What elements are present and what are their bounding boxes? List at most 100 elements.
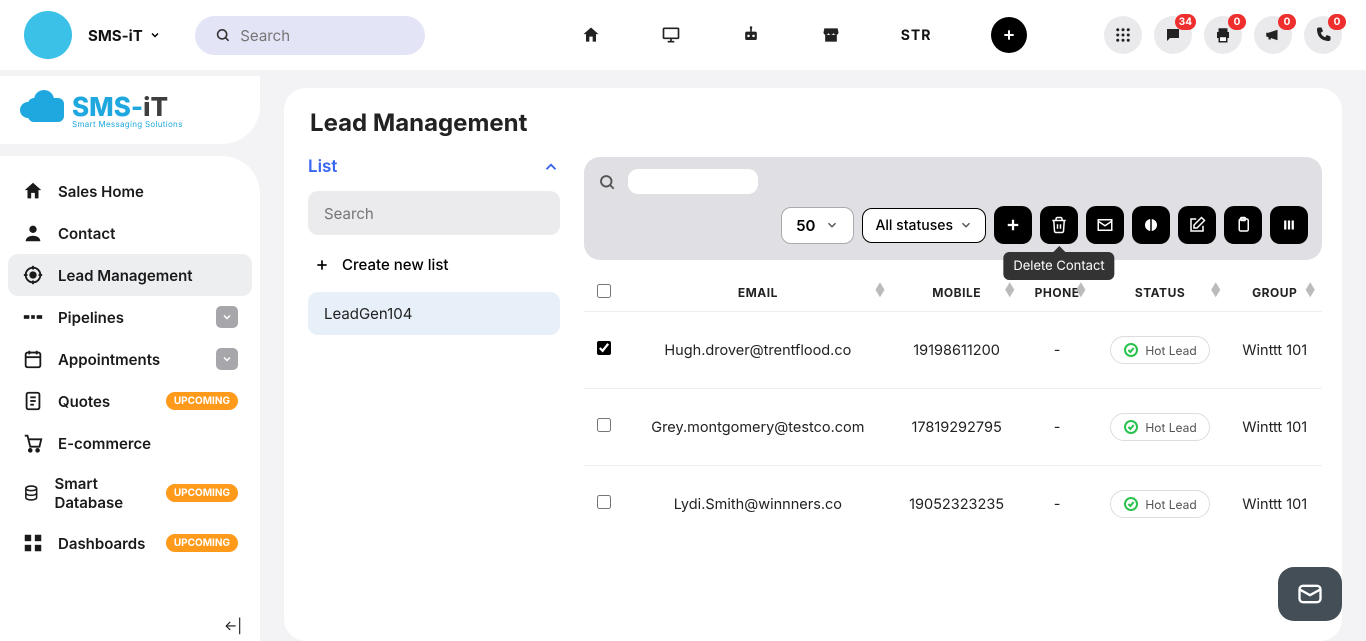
- home-icon[interactable]: [581, 25, 601, 45]
- cell-status: Hot Lead: [1093, 312, 1228, 389]
- expand-toggle[interactable]: [216, 306, 238, 328]
- brand-dropdown[interactable]: SMS-iT: [88, 26, 161, 45]
- create-new-list-button[interactable]: Create new list: [314, 255, 560, 274]
- cell-group: Winttt 101: [1227, 312, 1322, 389]
- chevron-up-icon[interactable]: [542, 158, 560, 176]
- col-email: EMAIL▲▼: [624, 270, 892, 312]
- sidebar-item-smart-database[interactable]: Smart DatabaseUPCOMING: [8, 464, 252, 522]
- global-search-input[interactable]: [240, 26, 404, 45]
- list-search[interactable]: [308, 191, 560, 235]
- clipboard-icon: [1234, 216, 1252, 234]
- print-button[interactable]: 0: [1204, 16, 1242, 54]
- sidebar-item-dashboards[interactable]: DashboardsUPCOMING: [8, 522, 252, 564]
- brand-name: SMS-iT: [88, 26, 143, 45]
- row-checkbox[interactable]: [597, 418, 611, 432]
- sidebar-item-label: Dashboards: [58, 534, 145, 553]
- announce-button[interactable]: 0: [1254, 16, 1292, 54]
- table-row[interactable]: Hugh.drover@trentflood.co19198611200-Hot…: [584, 312, 1322, 389]
- list-search-input[interactable]: [324, 204, 544, 223]
- cell-group: Winttt 101: [1227, 466, 1322, 543]
- logo: SMS-iT Smart Messaging Solutions: [0, 76, 260, 144]
- row-checkbox[interactable]: [597, 341, 611, 355]
- global-search[interactable]: [195, 16, 425, 55]
- cell-mobile: 19198611200: [892, 312, 1022, 389]
- monitor-icon[interactable]: [661, 25, 681, 45]
- table-row[interactable]: Lydi.Smith@winnners.co19052323235-Hot Le…: [584, 466, 1322, 543]
- print-icon: [1214, 26, 1232, 44]
- sidebar-item-e-commerce[interactable]: E-commerce: [8, 422, 252, 464]
- add-button[interactable]: [991, 17, 1027, 53]
- robot-icon[interactable]: [741, 25, 761, 45]
- delete-contact-button[interactable]: Delete Contact: [1040, 206, 1078, 244]
- search-icon: [598, 173, 616, 191]
- status-badge: Hot Lead: [1110, 490, 1209, 518]
- col-status: STATUS▲▼: [1093, 270, 1228, 312]
- sidebar-item-lead-management[interactable]: Lead Management: [8, 254, 252, 296]
- email-button[interactable]: [1086, 206, 1124, 244]
- row-checkbox[interactable]: [597, 495, 611, 509]
- page-size-select[interactable]: 50: [781, 207, 854, 244]
- sort-icon[interactable]: ▲▼: [1005, 284, 1016, 298]
- sidebar-item-label: Sales Home: [58, 182, 144, 201]
- header-right-icons: 34 0 0 0: [1104, 16, 1342, 54]
- sort-icon[interactable]: ▲▼: [875, 284, 886, 298]
- add-contact-button[interactable]: [994, 206, 1032, 244]
- sidebar-item-sales-home[interactable]: Sales Home: [8, 170, 252, 212]
- table-row[interactable]: Grey.montgomery@testco.com17819292795-Ho…: [584, 389, 1322, 466]
- content-card: Lead Management List Create new list: [284, 88, 1342, 641]
- sidebar-item-label: Lead Management: [58, 266, 193, 285]
- envelope-icon: [1096, 216, 1114, 234]
- sidebar-item-label: Contact: [58, 224, 115, 243]
- sort-icon[interactable]: ▲▼: [1210, 284, 1221, 298]
- phone-icon: [1314, 26, 1332, 44]
- sidebar-item-pipelines[interactable]: Pipelines: [8, 296, 252, 338]
- chevron-down-icon: [825, 218, 839, 232]
- cell-mobile: 19052323235: [892, 466, 1022, 543]
- user-avatar[interactable]: [24, 11, 72, 59]
- col-mobile: MOBILE▲▼: [892, 270, 1022, 312]
- cell-phone: -: [1021, 389, 1092, 466]
- cell-mobile: 17819292795: [892, 389, 1022, 466]
- str-link[interactable]: STR: [901, 27, 932, 44]
- phone-button[interactable]: 0: [1304, 16, 1342, 54]
- chat-button[interactable]: 34: [1154, 16, 1192, 54]
- list-header-label: List: [308, 157, 337, 177]
- edit-icon: [1188, 216, 1206, 234]
- sidebar-item-label: Smart Database: [54, 474, 151, 512]
- print-badge: 0: [1228, 14, 1246, 30]
- shield-button[interactable]: [1132, 206, 1170, 244]
- trash-icon: [1050, 216, 1068, 234]
- status-filter-select[interactable]: All statuses: [862, 208, 986, 243]
- top-nav-icons: STR: [581, 17, 1028, 53]
- select-all-checkbox[interactable]: [597, 284, 611, 298]
- sidebar-container: SMS-iT Smart Messaging Solutions Sales H…: [0, 70, 260, 641]
- table-panel: 50 All statuses Delete Contact: [584, 157, 1342, 542]
- sidebar-item-quotes[interactable]: QuotesUPCOMING: [8, 380, 252, 422]
- cell-status: Hot Lead: [1093, 466, 1228, 543]
- mail-icon: [1296, 580, 1324, 608]
- table-search-input[interactable]: [640, 173, 720, 190]
- clipboard-button[interactable]: [1224, 206, 1262, 244]
- store-icon[interactable]: [821, 25, 841, 45]
- sidebar-item-appointments[interactable]: Appointments: [8, 338, 252, 380]
- sort-icon[interactable]: ▲▼: [1076, 284, 1087, 298]
- col-phone: PHONE▲▼: [1021, 270, 1092, 312]
- sidebar: Sales Home Contact Lead Management Pipeline…: [0, 156, 260, 641]
- table-search[interactable]: [628, 169, 758, 194]
- edit-button[interactable]: [1178, 206, 1216, 244]
- sort-icon[interactable]: ▲▼: [1305, 284, 1316, 298]
- megaphone-icon: [1264, 26, 1282, 44]
- support-fab[interactable]: [1278, 567, 1342, 621]
- search-icon: [215, 26, 231, 44]
- phone-badge: 0: [1328, 14, 1346, 30]
- page-size-value: 50: [796, 216, 815, 235]
- expand-toggle[interactable]: [216, 348, 238, 370]
- cell-phone: -: [1021, 312, 1092, 389]
- sidebar-item-label: Pipelines: [58, 308, 124, 327]
- apps-grid-button[interactable]: [1104, 16, 1142, 54]
- sidebar-collapse-icon[interactable]: ←|: [224, 618, 242, 635]
- sidebar-item-contact[interactable]: Contact: [8, 212, 252, 254]
- columns-button[interactable]: [1270, 206, 1308, 244]
- list-item[interactable]: LeadGen104: [308, 292, 560, 335]
- cell-status: Hot Lead: [1093, 389, 1228, 466]
